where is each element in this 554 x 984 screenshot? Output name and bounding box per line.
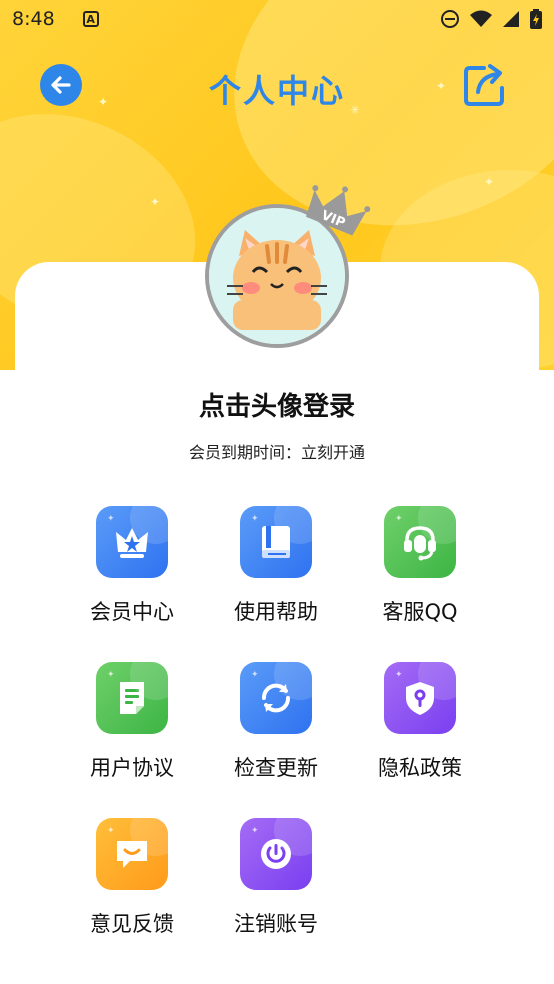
menu-item-member-center[interactable]: ✦ 会员中心 — [60, 506, 204, 626]
share-icon — [464, 64, 504, 106]
menu-item-help[interactable]: ✦ 使用帮助 — [204, 506, 348, 626]
status-bar: 8:48 A — [0, 0, 554, 38]
delete-account-tile: ✦ — [240, 818, 312, 890]
menu-item-label: 使用帮助 — [234, 600, 318, 624]
menu-item-label: 注销账号 — [234, 912, 318, 936]
customer-qq-tile: ✦ — [384, 506, 456, 578]
refresh-icon — [261, 683, 291, 713]
privacy-policy-tile: ✦ — [384, 662, 456, 734]
feedback-icon — [117, 841, 147, 868]
shield-icon — [406, 682, 434, 715]
battery-icon — [530, 9, 542, 29]
login-prompt[interactable]: 点击头像登录 — [0, 386, 554, 423]
menu-item-label: 隐私政策 — [378, 756, 462, 780]
status-time: 8:48 — [12, 8, 55, 30]
menu-item-user-agreement[interactable]: ✦ 用户协议 — [60, 662, 204, 782]
crown-icon — [116, 528, 148, 558]
headset-icon — [404, 526, 436, 561]
dnd-icon — [441, 10, 459, 28]
user-agreement-tile: ✦ — [96, 662, 168, 734]
menu-item-check-update[interactable]: ✦ 检查更新 — [204, 662, 348, 782]
a-icon: A — [82, 11, 99, 27]
menu-item-label: 检查更新 — [234, 756, 318, 780]
signal-icon — [503, 11, 519, 27]
menu-item-customer-qq[interactable]: ✦ 客服QQ — [348, 506, 492, 626]
menu-item-privacy-policy[interactable]: ✦ 隐私政策 — [348, 662, 492, 782]
menu-item-label: 会员中心 — [90, 600, 174, 624]
help-tile: ✦ — [240, 506, 312, 578]
document-icon — [120, 682, 144, 714]
menu-item-label: 意见反馈 — [90, 912, 174, 936]
feedback-tile: ✦ — [96, 818, 168, 890]
check-update-tile: ✦ — [240, 662, 312, 734]
member-center-tile: ✦ — [96, 506, 168, 578]
share-button[interactable] — [462, 62, 508, 108]
wifi-icon — [470, 10, 492, 27]
member-expiry-text[interactable]: 会员到期时间：立刻开通 — [0, 439, 554, 463]
book-icon — [262, 526, 290, 558]
vip-crown-icon: VIP — [305, 185, 371, 236]
menu-item-label: 用户协议 — [90, 756, 174, 780]
top-bar: 个人中心 — [0, 56, 554, 116]
menu-item-delete-account[interactable]: ✦ 注销账号 — [204, 818, 348, 938]
menu-item-feedback[interactable]: ✦ 意见反馈 — [60, 818, 204, 938]
menu-item-label: 客服QQ — [382, 600, 458, 624]
power-icon — [261, 839, 291, 869]
menu-grid: ✦ 会员中心 ✦ 使用帮助 ✦ 客服QQ ✦ 用户协议 ✦ 检查更新 ✦ 隐私政… — [60, 506, 500, 938]
